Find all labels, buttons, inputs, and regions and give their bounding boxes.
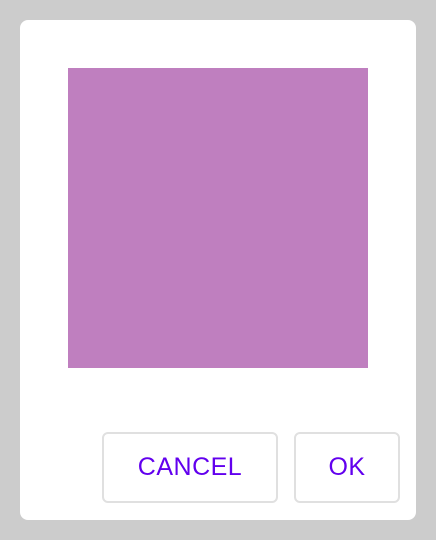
cancel-button[interactable]: CANCEL (102, 432, 278, 503)
color-preview-dialog: CANCEL OK (20, 20, 416, 520)
ok-button[interactable]: OK (294, 432, 400, 503)
color-swatch (68, 68, 368, 368)
